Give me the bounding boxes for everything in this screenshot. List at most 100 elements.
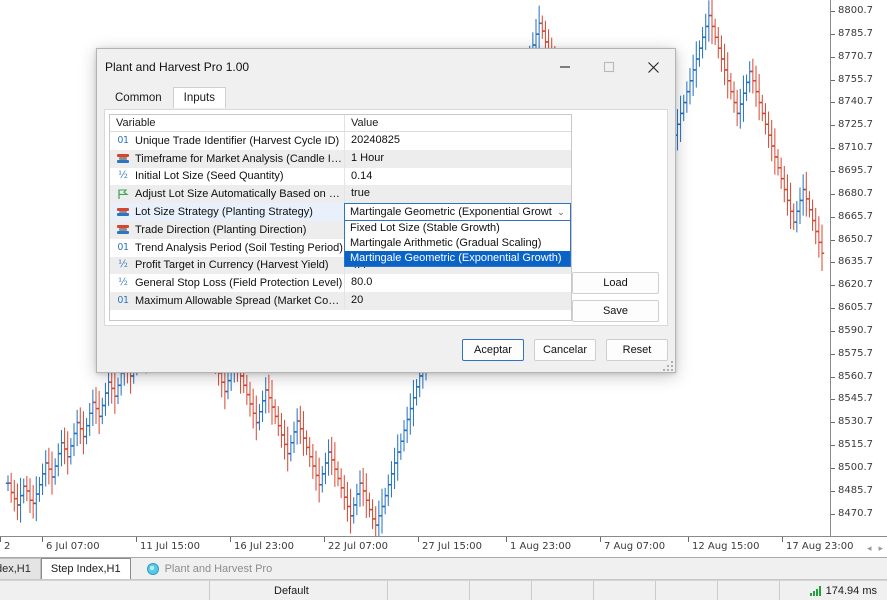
candle <box>703 13 708 51</box>
price-tick: 8680.7 <box>831 188 873 200</box>
candle <box>254 395 259 441</box>
window-controls <box>543 49 675 85</box>
save-button[interactable]: Save <box>572 300 659 322</box>
ping-label: 174.94 ms <box>825 584 877 597</box>
candle <box>100 397 105 425</box>
candle <box>34 476 39 522</box>
connection-status[interactable]: 174.94 ms <box>809 581 887 600</box>
accept-button[interactable]: Aceptar <box>462 339 524 361</box>
candle <box>816 216 822 258</box>
candle <box>716 27 721 59</box>
parameter-name-cell: 01 Unique Trade Identifier (Harvest Cycle… <box>110 135 344 147</box>
table-row[interactable]: Timeframe for Market Analysis (Candle In… <box>110 149 571 168</box>
parameter-name-cell: Timeframe for Market Analysis (Candle In… <box>110 153 344 165</box>
parameter-value-cell[interactable]: 1 Hour <box>344 149 571 168</box>
candle <box>681 94 686 122</box>
chart-tab-dex[interactable]: dex,H1 <box>0 558 41 579</box>
expert-properties-dialog[interactable]: Plant and Harvest Pro 1.00 Common Inputs… <box>96 48 676 373</box>
candle <box>52 458 58 485</box>
candle <box>687 68 693 105</box>
parameter-value-cell[interactable]: 80.0 <box>344 274 571 293</box>
parameter-value-cell[interactable]: true <box>344 185 571 204</box>
candle <box>81 411 86 455</box>
close-button[interactable] <box>631 49 675 85</box>
dropdown-option[interactable]: Fixed Lot Size (Stable Growth) <box>345 221 570 236</box>
dialog-footer: Aceptar Cancelar Reset <box>462 339 668 361</box>
integer-type-icon: 01 <box>117 295 129 307</box>
parameter-name: Initial Lot Size (Seed Quantity) <box>135 170 284 183</box>
chart-scroll-arrows[interactable]: ◂ ▸ <box>849 541 883 555</box>
candle <box>30 485 36 519</box>
chart-tab-step-index[interactable]: Step Index,H1 <box>40 558 131 579</box>
candle <box>709 0 715 45</box>
dialog-titlebar[interactable]: Plant and Harvest Pro 1.00 <box>97 49 675 85</box>
table-row[interactable]: 01 Maximum Allowable Spread (Market Condi… <box>110 292 571 310</box>
candle <box>684 81 690 113</box>
dropdown-option[interactable]: Martingale Arithmetic (Gradual Scaling) <box>345 236 570 251</box>
price-tick: 8470.7 <box>831 508 873 520</box>
candle <box>747 61 752 93</box>
candle <box>348 488 353 534</box>
status-profile[interactable]: Default <box>268 580 388 600</box>
table-row[interactable]: Adjust Lot Size Automatically Based on B… <box>110 185 571 204</box>
time-scale[interactable]: ◂ ▸ 2 6 Jul 07:00 11 Jul 15:00 16 Jul 23:00… <box>0 536 887 558</box>
parameter-name: Trend Analysis Period (Soil Testing Peri… <box>135 241 343 254</box>
enum-type-icon <box>116 206 130 218</box>
parameter-value-cell[interactable]: 20240825 <box>344 132 571 150</box>
parameter-name-cell: ½ Profit Target in Currency (Harvest Yiel… <box>110 259 344 271</box>
price-scale[interactable]: 8800.7 8785.7 8770.7 8755.7 8740.7 8725.7 8710… <box>830 0 887 536</box>
candle <box>294 408 300 445</box>
candle <box>285 426 290 472</box>
candle <box>775 149 781 176</box>
price-tick: 8620.7 <box>831 279 873 291</box>
candle <box>24 476 30 502</box>
chevron-down-icon[interactable]: ⌄ <box>552 204 570 220</box>
reset-button[interactable]: Reset <box>606 339 668 361</box>
boolean-type-icon <box>116 188 130 200</box>
expert-advisor-chip[interactable]: Plant and Harvest Pro <box>137 558 283 579</box>
candle <box>357 470 363 507</box>
parameter-name: Lot Size Strategy (Planting Strategy) <box>135 206 313 219</box>
table-row[interactable]: 01 Unique Trade Identifier (Harvest Cycle… <box>110 132 571 150</box>
candle <box>722 43 727 86</box>
mt5-terminal-window: 8800.7 8785.7 8770.7 8755.7 8740.7 8725.7 8710… <box>0 0 887 600</box>
minimize-button[interactable] <box>543 49 587 85</box>
candle <box>398 433 404 460</box>
parameter-value-cell[interactable]: 20 <box>344 292 571 310</box>
candle <box>276 406 281 436</box>
candle <box>769 119 774 162</box>
table-row[interactable]: ½ Initial Lot Size (Seed Quantity) 0.14 <box>110 167 571 186</box>
lot-size-strategy-dropdown-list[interactable]: Fixed Lot Size (Stable Growth) Martingale… <box>344 221 571 268</box>
candle <box>342 475 347 510</box>
status-cell-empty-8 <box>718 580 780 600</box>
scroll-right-icon[interactable]: ▸ <box>878 543 883 554</box>
price-tick: 8485.7 <box>831 485 873 497</box>
accept-button-label: Aceptar <box>474 344 512 356</box>
candle <box>804 171 809 217</box>
lot-size-strategy-combobox[interactable]: Martingale Geometric (Exponential Growth… <box>344 203 571 222</box>
candle <box>310 444 316 479</box>
tab-inputs[interactable]: Inputs <box>172 87 226 108</box>
scroll-left-icon[interactable]: ◂ <box>867 543 872 554</box>
chart-tabs-strip: dex,H1 Step Index,H1 Plant and Harvest P… <box>0 558 887 580</box>
candle <box>21 478 26 504</box>
parameters-table[interactable]: Variable Value 01 Unique Trade Identifier… <box>109 114 572 321</box>
candle <box>96 390 102 435</box>
candle <box>329 436 334 476</box>
price-tick: 8710.7 <box>831 142 873 154</box>
cancel-button[interactable]: Cancelar <box>534 339 596 361</box>
tab-common[interactable]: Common <box>104 87 173 108</box>
dropdown-option[interactable]: Martingale Geometric (Exponential Growth… <box>345 251 570 267</box>
parameter-value-cell[interactable]: 0.14 <box>344 167 571 186</box>
maximize-button[interactable] <box>587 49 631 85</box>
parameter-name-cell: Adjust Lot Size Automatically Based on B… <box>110 188 344 200</box>
table-row[interactable]: ½ General Stop Loss (Field Protection Lev… <box>110 274 571 293</box>
resize-grip[interactable] <box>663 361 673 371</box>
tab-label: Common <box>115 92 162 104</box>
candle <box>335 461 341 487</box>
candle <box>540 15 545 39</box>
dialog-tabs: Common Inputs <box>97 87 675 108</box>
candle <box>84 417 89 445</box>
load-button[interactable]: Load <box>572 272 659 294</box>
candle <box>791 203 796 230</box>
